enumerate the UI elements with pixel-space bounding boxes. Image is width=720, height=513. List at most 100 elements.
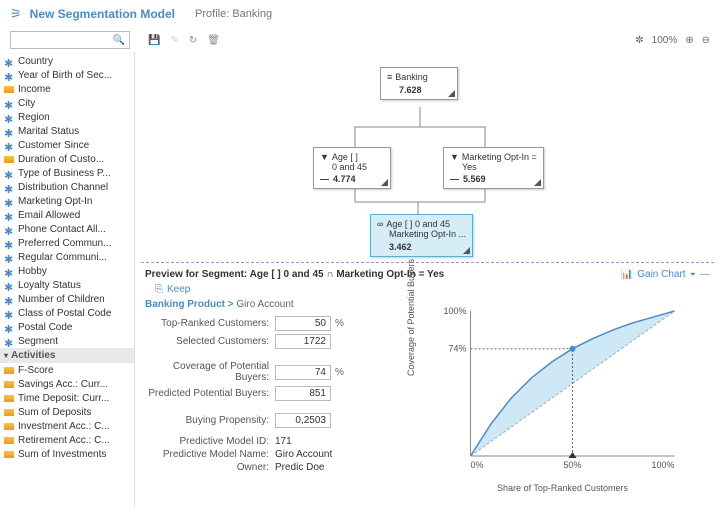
measure-icon [4,381,14,388]
svg-text:50%: 50% [563,460,581,470]
zoom-in-icon[interactable]: ⊕ [685,35,693,46]
chevron-down-icon: ⏷ [690,270,696,280]
sidebar-item[interactable]: ✱Phone Contact All... [0,222,134,236]
attribute-icon: ✱ [4,309,14,317]
gain-chart-link[interactable]: 📊Gain Chart ⏷ — [621,269,710,280]
tree-canvas[interactable]: ≡ Banking 7.628 ▼ Age [ ] 0 and 45 —4.77… [135,52,720,262]
top-ranked-input[interactable]: 50 [275,316,331,331]
sidebar-item[interactable]: Retirement Acc.: C... [0,433,134,447]
search-input-wrap[interactable]: 🔍 [10,31,130,49]
sidebar-item[interactable]: ✱Region [0,110,134,124]
attribute-icon: ✱ [4,337,14,345]
attribute-icon: ✱ [4,225,14,233]
sidebar-item[interactable]: ✱Regular Communi... [0,250,134,264]
attribute-icon: ✱ [4,197,14,205]
svg-text:100%: 100% [443,306,466,316]
search-icon[interactable]: 🔍 [113,35,125,46]
propensity-input[interactable]: 0,2503 [275,413,331,428]
measure-icon [4,86,14,93]
attribute-icon: ✱ [4,57,14,65]
measure-icon [4,156,14,163]
chart-icon: 📊 [621,269,633,280]
sidebar-item[interactable]: F-Score [0,363,134,377]
sidebar-item[interactable]: ✱Class of Postal Code [0,306,134,320]
keep-button[interactable]: ⎘Keep [145,280,710,299]
edit-icon[interactable]: ✎ [170,35,178,46]
attribute-icon: ✱ [4,281,14,289]
measure-icon [4,409,14,416]
attribute-icon: ✱ [4,169,14,177]
sidebar-item[interactable]: ✱City [0,96,134,110]
db-icon: ≡ [387,72,392,82]
measure-icon [4,437,14,444]
attribute-icon: ✱ [4,141,14,149]
toolbar: 🔍 💾 ✎ ↻ 🗑 ✼ 100% ⊕ ⊖ [0,28,720,52]
sidebar-item[interactable]: ✱Country [0,54,134,68]
sidebar-item[interactable]: ✱Email Allowed [0,208,134,222]
sidebar-item[interactable]: ✱Hobby [0,264,134,278]
header: ⚞ New Segmentation Model Profile: Bankin… [0,0,720,28]
attribute-icon: ✱ [4,267,14,275]
sidebar-item[interactable]: ✱Distribution Channel [0,180,134,194]
svg-text:0%: 0% [471,460,484,470]
sidebar-item[interactable]: Duration of Custo... [0,152,134,166]
tree-node-root[interactable]: ≡ Banking 7.628 [380,67,458,100]
sidebar-item[interactable]: Investment Acc.: C... [0,419,134,433]
selected-input[interactable]: 1722 [275,334,331,349]
settings-icon[interactable]: ✼ [635,35,643,46]
gain-chart: Coverage of Potential Buyers 0%50%100%74… [415,299,710,493]
sidebar-item[interactable]: ✱Marital Status [0,124,134,138]
zoom-out-icon[interactable]: ⊖ [702,35,710,46]
preview-title: Preview for Segment: Age [ ] 0 and 45 ∩ … [145,269,444,280]
tree-node-combined[interactable]: ∞ Age [ ] 0 and 45 Marketing Opt-In ... … [370,214,473,257]
coverage-input[interactable]: 74 [275,365,331,380]
tree-node-age[interactable]: ▼ Age [ ] 0 and 45 —4.774 [313,147,391,189]
sidebar-item[interactable]: Sum of Deposits [0,405,134,419]
sidebar-item[interactable]: ✱Marketing Opt-In [0,194,134,208]
attribute-icon: ✱ [4,99,14,107]
sidebar-item[interactable]: ✱Preferred Commun... [0,236,134,250]
sidebar-item[interactable]: ✱Loyalty Status [0,278,134,292]
attribute-icon: ✱ [4,295,14,303]
attribute-icon: ✱ [4,127,14,135]
zoom-level: 100% [652,35,678,46]
sidebar-item[interactable]: ✱Number of Children [0,292,134,306]
sidebar-item[interactable]: ✱Postal Code [0,320,134,334]
measure-icon [4,395,14,402]
sidebar-item[interactable]: ✱Year of Birth of Sec... [0,68,134,82]
svg-text:100%: 100% [651,460,674,470]
sidebar[interactable]: ✱Country✱Year of Birth of Sec...Income✱C… [0,52,135,507]
delete-icon[interactable]: 🗑 [207,35,220,46]
sidebar-item[interactable]: Time Deposit: Curr... [0,391,134,405]
tree-node-optin[interactable]: ▼ Marketing Opt-In = Yes —5.569 [443,147,544,189]
predicted-input[interactable]: 851 [275,386,331,401]
sidebar-item[interactable]: ✱Type of Business P... [0,166,134,180]
attribute-icon: ✱ [4,113,14,121]
attribute-icon: ✱ [4,253,14,261]
sidebar-item[interactable]: Sum of Investments [0,447,134,461]
profile-label: Profile: Banking [195,8,272,20]
sidebar-item[interactable]: ✱Segment [0,334,134,348]
preview-panel: Preview for Segment: Age [ ] 0 and 45 ∩ … [135,263,720,507]
attribute-icon: ✱ [4,323,14,331]
sidebar-group[interactable]: Activities [0,348,134,363]
sidebar-item[interactable]: Savings Acc.: Curr... [0,377,134,391]
attribute-icon: ✱ [4,211,14,219]
sidebar-item[interactable]: ✱Customer Since [0,138,134,152]
measure-icon [4,423,14,430]
keep-icon: ⎘ [155,284,163,295]
filter-icon: ▼ [450,152,459,162]
breadcrumb[interactable]: Banking Product > Giro Account [145,299,405,310]
measure-icon [4,451,14,458]
svg-text:74%: 74% [448,344,466,354]
link-icon: ∞ [377,219,383,229]
attribute-icon: ✱ [4,71,14,79]
attribute-icon: ✱ [4,183,14,191]
measure-icon [4,367,14,374]
search-input[interactable] [15,35,113,46]
filter-icon: ▼ [320,152,329,162]
save-icon[interactable]: 💾 [148,35,160,46]
page-title: New Segmentation Model [30,7,175,21]
sidebar-item[interactable]: Income [0,82,134,96]
refresh-icon[interactable]: ↻ [189,35,197,46]
